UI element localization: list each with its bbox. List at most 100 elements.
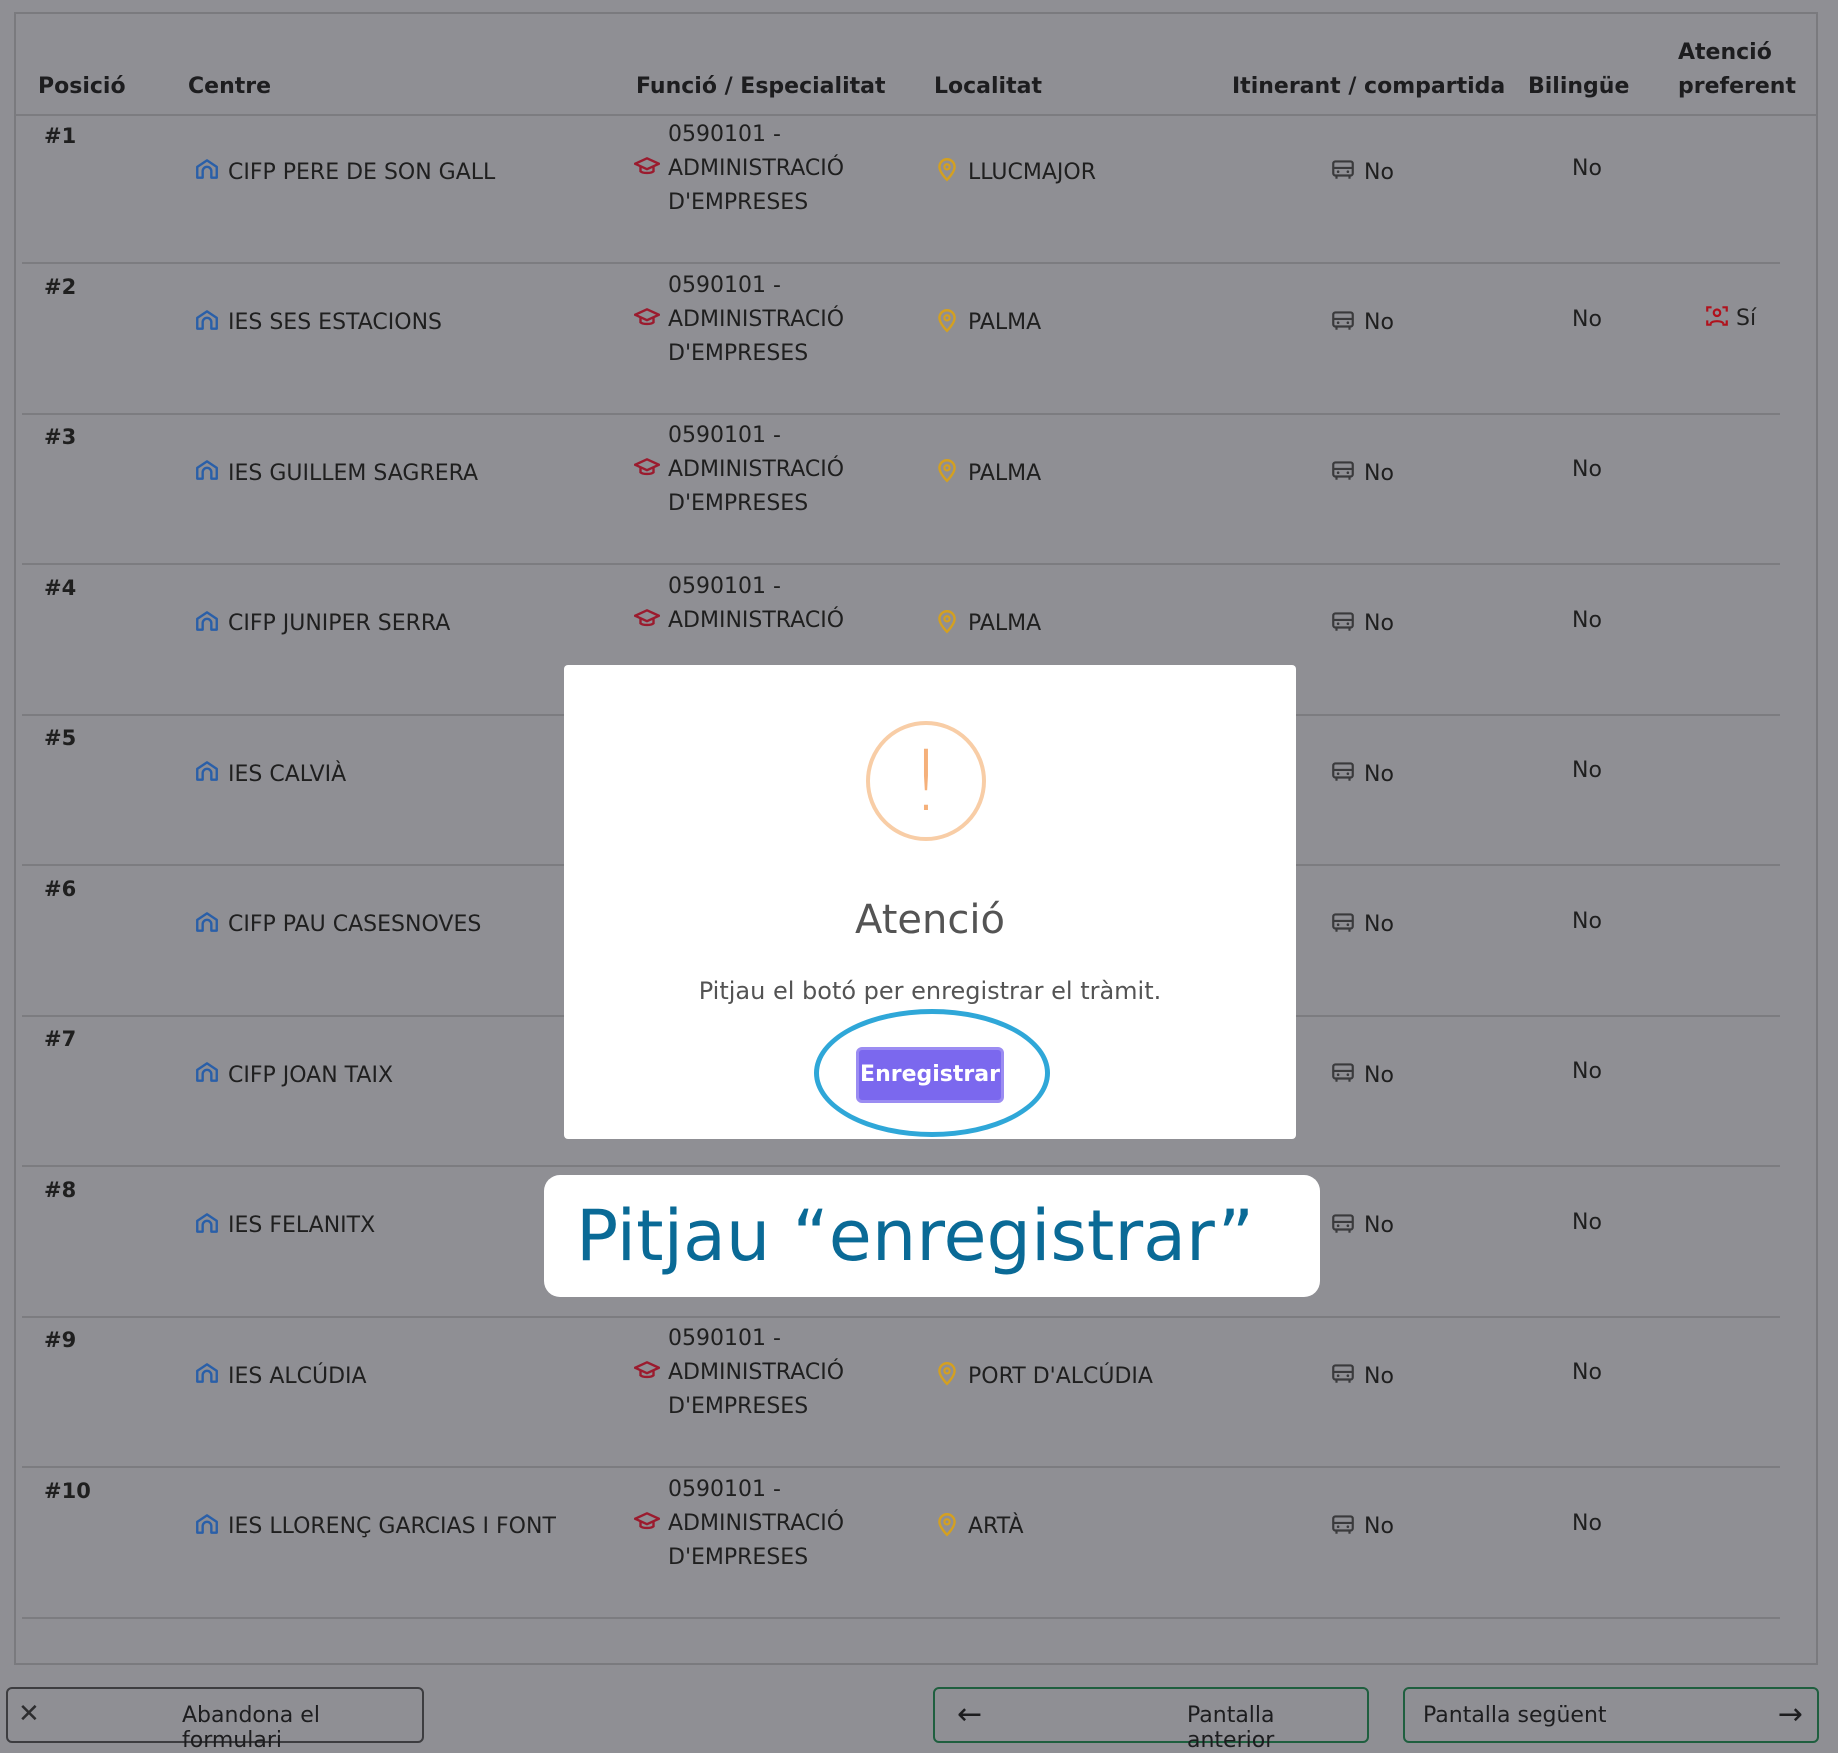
function-specialty: ADMINISTRACIÓ bbox=[668, 306, 845, 332]
row-position: #1 bbox=[44, 124, 77, 148]
itinerant-value: No bbox=[1364, 1213, 1394, 1238]
next-screen-button[interactable]: Pantalla següent → bbox=[1403, 1687, 1819, 1743]
header-itinerant: Itinerant / compartida bbox=[1232, 74, 1506, 99]
previous-screen-label: Pantalla anterior bbox=[1187, 1703, 1275, 1753]
locality-name: ARTÀ bbox=[968, 1514, 1024, 1539]
function-specialty: ADMINISTRACIÓ bbox=[668, 1510, 845, 1536]
location-pin-icon bbox=[934, 1511, 960, 1543]
table-row: #2 IES SES ESTACIONS 0590101 - ADMINISTRACI… bbox=[22, 263, 1780, 415]
row-bilingual: No bbox=[1572, 1510, 1602, 1536]
row-bilingual: No bbox=[1572, 758, 1602, 783]
row-bilingual: No bbox=[1572, 306, 1602, 332]
header-atencio-line2: preferent bbox=[1678, 74, 1796, 99]
table-row: #1 CIFP PERE DE SON GALL 0590101 - ADMINIST… bbox=[22, 112, 1780, 264]
school-icon bbox=[194, 156, 220, 188]
school-icon bbox=[194, 1059, 220, 1091]
row-position: #5 bbox=[44, 726, 77, 750]
row-centre: CIFP JOAN TAIX bbox=[194, 1059, 393, 1091]
row-itinerant: No bbox=[1330, 307, 1394, 339]
car-icon bbox=[1330, 457, 1356, 489]
row-position: #7 bbox=[44, 1027, 77, 1051]
highlight-ring bbox=[814, 1009, 1050, 1137]
function-code: 0590101 - bbox=[668, 573, 781, 599]
preferent-value: Sí bbox=[1736, 306, 1757, 331]
centre-name: IES GUILLEM SAGRERA bbox=[228, 460, 479, 486]
centre-name: IES FELANITX bbox=[228, 1213, 376, 1238]
preferent-attention-icon bbox=[1704, 303, 1730, 335]
header-localitat: Localitat bbox=[934, 74, 1042, 99]
row-bilingual: No bbox=[1572, 1360, 1602, 1385]
itinerant-value: No bbox=[1364, 1062, 1394, 1088]
school-icon bbox=[194, 758, 220, 790]
location-pin-icon bbox=[934, 307, 960, 339]
header-atencio-line1: Atenció bbox=[1678, 40, 1772, 65]
itinerant-value: No bbox=[1364, 761, 1394, 787]
itinerant-value: No bbox=[1364, 310, 1394, 335]
dialog-title: Atenció bbox=[855, 897, 1005, 943]
locality-name: PALMA bbox=[968, 310, 1042, 335]
car-icon bbox=[1330, 1059, 1356, 1091]
locality-name: PALMA bbox=[968, 611, 1042, 636]
row-bilingual: No bbox=[1572, 607, 1602, 633]
header-funcio: Funció / Especialitat bbox=[636, 74, 886, 99]
function-specialty: ADMINISTRACIÓ bbox=[668, 156, 845, 181]
tutorial-callout: Pitjau “enregistrar” bbox=[544, 1175, 1320, 1297]
function-code: 0590101 - bbox=[668, 423, 781, 448]
arrow-left-icon: ← bbox=[957, 1697, 983, 1732]
itinerant-value: No bbox=[1364, 611, 1394, 636]
car-icon bbox=[1330, 608, 1356, 640]
itinerant-value: No bbox=[1364, 460, 1394, 486]
row-itinerant: No bbox=[1330, 1360, 1394, 1392]
location-pin-icon bbox=[934, 608, 960, 640]
table-row: #3 IES GUILLEM SAGRERA 0590101 - ADMINISTRA… bbox=[22, 413, 1780, 565]
row-locality: PALMA bbox=[934, 307, 1041, 339]
car-icon bbox=[1330, 1511, 1356, 1543]
car-icon bbox=[1330, 909, 1356, 941]
car-icon bbox=[1330, 1210, 1356, 1242]
itinerant-value: No bbox=[1364, 1514, 1394, 1539]
centre-name: IES LLORENÇ GARCIAS I FONT bbox=[228, 1514, 556, 1539]
row-centre: IES GUILLEM SAGRERA bbox=[194, 457, 478, 489]
row-centre: IES CALVIÀ bbox=[194, 758, 346, 790]
row-function: 0590101 - ADMINISTRACIÓ D'EMPRESES bbox=[630, 1322, 844, 1424]
row-position: #10 bbox=[44, 1478, 91, 1503]
row-locality: ARTÀ bbox=[934, 1511, 1024, 1543]
previous-screen-button[interactable]: ← Pantalla anterior bbox=[933, 1687, 1369, 1753]
row-centre: IES LLORENÇ GARCIAS I FONT bbox=[194, 1511, 556, 1543]
centre-name: CIFP PERE DE SON GALL bbox=[228, 159, 496, 185]
row-itinerant: No bbox=[1330, 156, 1394, 188]
function-specialty-cont: D'EMPRESES bbox=[668, 1544, 809, 1570]
close-icon: ✕ bbox=[18, 1699, 40, 1729]
row-function: 0590101 - ADMINISTRACIÓ D'EMPRESES bbox=[630, 419, 844, 521]
abandon-form-button[interactable]: ✕ Abandona el formulari bbox=[6, 1687, 424, 1753]
row-centre: IES SES ESTACIONS bbox=[194, 307, 442, 339]
function-specialty: ADMINISTRACIÓ bbox=[668, 1360, 845, 1385]
locality-name: LLUCMAJOR bbox=[968, 159, 1097, 185]
function-code: 0590101 - bbox=[668, 1476, 781, 1502]
dialog-message: Pitjau el botó per enregistrar el tràmit… bbox=[698, 977, 1162, 1005]
school-icon bbox=[194, 909, 220, 941]
row-itinerant: No bbox=[1330, 909, 1394, 941]
row-locality: PALMA bbox=[934, 608, 1041, 640]
row-centre: IES ALCÚDIA bbox=[194, 1360, 367, 1392]
header-bilingue: Bilingüe bbox=[1528, 74, 1630, 99]
table-header: Posició Centre Funció / Especialitat Loc… bbox=[16, 14, 1816, 116]
row-locality: LLUCMAJOR bbox=[934, 156, 1096, 188]
row-position: #2 bbox=[44, 274, 77, 299]
header-centre: Centre bbox=[188, 74, 272, 99]
row-position: #6 bbox=[44, 876, 77, 901]
itinerant-value: No bbox=[1364, 1363, 1394, 1389]
centre-name: CIFP PAU CASESNOVES bbox=[228, 912, 482, 937]
locality-name: PORT D'ALCÚDIA bbox=[968, 1363, 1153, 1389]
function-specialty-cont: D'EMPRESES bbox=[668, 190, 809, 215]
centre-name: CIFP JOAN TAIX bbox=[228, 1062, 394, 1088]
row-itinerant: No bbox=[1330, 1210, 1394, 1242]
graduation-cap-icon bbox=[634, 606, 660, 643]
row-centre: CIFP PERE DE SON GALL bbox=[194, 156, 495, 188]
function-specialty-cont: D'EMPRESES bbox=[668, 340, 809, 366]
itinerant-value: No bbox=[1364, 912, 1394, 937]
function-specialty-cont: D'EMPRESES bbox=[668, 1394, 809, 1419]
row-bilingual: No bbox=[1572, 1209, 1602, 1235]
next-screen-label: Pantalla següent bbox=[1423, 1703, 1607, 1728]
table-row: #9 IES ALCÚDIA 0590101 - ADMINISTRACIÓ D'EMP… bbox=[22, 1316, 1780, 1468]
